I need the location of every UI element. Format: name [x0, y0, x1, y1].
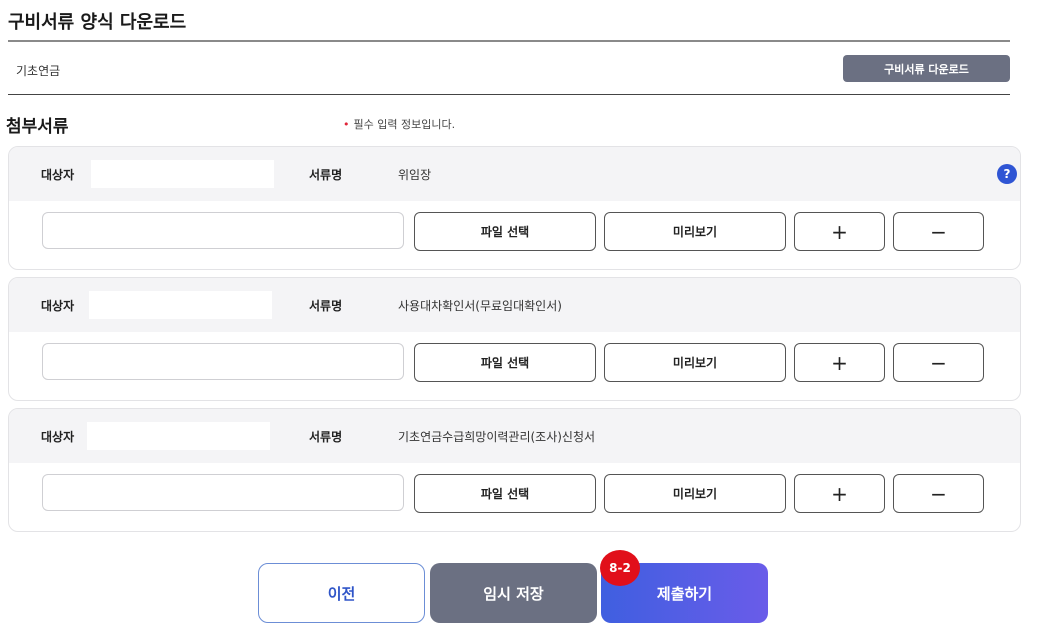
file-path-field[interactable] — [42, 212, 404, 249]
step-badge: 8-2 — [600, 550, 640, 586]
add-file-button[interactable]: + — [794, 474, 885, 513]
attachments-title: 첨부서류 — [6, 117, 69, 137]
download-documents-button[interactable]: 구비서류 다운로드 — [843, 55, 1010, 82]
temp-save-button[interactable]: 임시 저장 — [430, 563, 597, 623]
help-icon[interactable]: ? — [997, 164, 1017, 184]
doc-name-label: 서류명 — [309, 430, 343, 444]
file-select-button[interactable]: 파일 선택 — [414, 212, 596, 251]
required-mark: • — [343, 118, 350, 131]
file-select-button[interactable]: 파일 선택 — [414, 474, 596, 513]
remove-file-button[interactable]: − — [893, 212, 984, 251]
attachment-card-header: 대상자 서류명 사용대차확인서(무료임대확인서) — [9, 278, 1020, 332]
remove-file-button[interactable]: − — [893, 343, 984, 382]
doc-name-value: 위임장 — [398, 168, 432, 182]
download-row-label: 기초연금 — [16, 64, 61, 78]
add-file-button[interactable]: + — [794, 212, 885, 251]
file-select-button[interactable]: 파일 선택 — [414, 343, 596, 382]
remove-file-button[interactable]: − — [893, 474, 984, 513]
add-file-button[interactable]: + — [794, 343, 885, 382]
required-note-text: 필수 입력 정보입니다. — [353, 118, 456, 131]
attachment-card-header: 대상자 서류명 위임장 ? — [9, 147, 1020, 201]
target-label: 대상자 — [41, 430, 75, 444]
file-path-field[interactable] — [42, 474, 404, 511]
section-divider — [8, 40, 1010, 42]
download-section-title: 구비서류 양식 다운로드 — [8, 12, 187, 33]
attachment-card: 대상자 서류명 위임장 ? 파일 선택 미리보기 + − — [8, 146, 1021, 270]
required-note: • 필수 입력 정보입니다. — [343, 116, 455, 132]
section-divider-bottom — [8, 94, 1010, 95]
file-path-field[interactable] — [42, 343, 404, 380]
doc-name-label: 서류명 — [309, 299, 343, 313]
target-input[interactable] — [91, 160, 274, 188]
preview-button[interactable]: 미리보기 — [604, 212, 786, 251]
target-label: 대상자 — [41, 168, 75, 182]
doc-name-value: 기초연금수급희망이력관리(조사)신청서 — [398, 430, 596, 444]
preview-button[interactable]: 미리보기 — [604, 474, 786, 513]
prev-button[interactable]: 이전 — [258, 563, 425, 623]
doc-name-value: 사용대차확인서(무료임대확인서) — [398, 299, 562, 313]
preview-button[interactable]: 미리보기 — [604, 343, 786, 382]
doc-name-label: 서류명 — [309, 168, 343, 182]
attachment-card: 대상자 서류명 사용대차확인서(무료임대확인서) 파일 선택 미리보기 + − — [8, 277, 1021, 401]
target-label: 대상자 — [41, 299, 75, 313]
attachment-card: 대상자 서류명 기초연금수급희망이력관리(조사)신청서 파일 선택 미리보기 +… — [8, 408, 1021, 532]
target-input[interactable] — [89, 291, 272, 319]
attachment-card-header: 대상자 서류명 기초연금수급희망이력관리(조사)신청서 — [9, 409, 1020, 463]
target-input[interactable] — [87, 422, 270, 450]
